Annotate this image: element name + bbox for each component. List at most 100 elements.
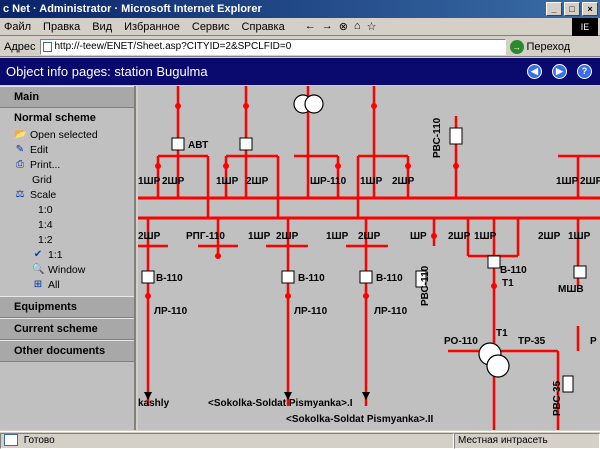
menu-tools[interactable]: Сервис <box>192 21 230 33</box>
label-shr110: ШР-110 <box>310 176 347 187</box>
label-rvs110-mid: РВС-110 <box>420 265 431 306</box>
scale-option-label: All <box>48 278 60 291</box>
browser-logo-icon: IE <box>572 18 598 36</box>
minimize-button[interactable]: _ <box>546 2 562 16</box>
sidebar-item-open-selected[interactable]: 📂 Open selected <box>14 127 134 142</box>
scale-option-1-0[interactable]: 1:0 <box>14 202 134 217</box>
zoom-window-icon: 🔍 <box>32 264 45 275</box>
menu-favorites[interactable]: Избранное <box>124 21 180 33</box>
label-shr1-g: 1ШР <box>326 231 349 242</box>
home-icon[interactable]: ⌂ <box>354 20 361 33</box>
label-shr1-a: 1ШР <box>138 176 161 187</box>
address-label: Адрес <box>4 40 36 53</box>
label-tr35: ТР-35 <box>518 336 546 347</box>
go-button[interactable]: → Переход <box>509 39 571 54</box>
edit-icon: ✎ <box>15 144 25 155</box>
label-shr1-f: 1ШР <box>248 231 271 242</box>
sidebar-main-body: Normal scheme 📂 Open selected ✎ Edit ⎙ P… <box>0 108 134 296</box>
label-lr110-b: ЛР-110 <box>294 306 328 317</box>
status-right: Местная интрасеть <box>454 432 600 449</box>
label-lr110-a: ЛР-110 <box>154 306 188 317</box>
scale-option-label: 1:4 <box>38 218 53 231</box>
label-ro110: РО-110 <box>444 336 478 347</box>
menu-edit[interactable]: Правка <box>43 21 80 33</box>
scheme-label: Normal scheme <box>14 112 96 124</box>
label-v110-a: В-110 <box>156 273 183 284</box>
label-shr2-e: 2ШР <box>138 231 161 242</box>
label-shr1-d: 1ШР <box>556 176 579 187</box>
label-shr2-f: 2ШР <box>276 231 299 242</box>
checkmark-icon: ✔ <box>33 249 43 260</box>
label-shr2-i: 2ШР <box>538 231 561 242</box>
label-v110-c: В-110 <box>376 273 403 284</box>
label-kashly: kashly <box>138 398 170 409</box>
menu-file[interactable]: Файл <box>4 21 31 33</box>
label-rvs35: РВС-35 <box>552 380 563 416</box>
label-shr2-g: 2ШР <box>358 231 381 242</box>
zone-text: Местная интрасеть <box>458 434 548 446</box>
help-icon[interactable]: ? <box>577 64 592 79</box>
sidebar-item-label: Print... <box>30 158 61 171</box>
label-shr1-h: 1ШР <box>474 231 497 242</box>
scale-option-label: 1:2 <box>38 233 53 246</box>
label-shr1-b: 1ШР <box>216 176 239 187</box>
label-v110-b: В-110 <box>298 273 325 284</box>
scale-option-1-4[interactable]: 1:4 <box>14 217 134 232</box>
go-label: Переход <box>526 40 571 53</box>
menu-view[interactable]: Вид <box>92 21 112 33</box>
status-bar: Готово Местная интрасеть <box>0 431 600 449</box>
close-button[interactable]: × <box>582 2 598 16</box>
label-v110-d: В-110 <box>500 265 527 276</box>
sidebar-item-label: Grid <box>32 173 52 186</box>
forward-icon[interactable]: → <box>322 20 333 33</box>
sidebar-item-edit[interactable]: ✎ Edit <box>14 142 134 157</box>
label-msv: МШВ <box>558 284 584 295</box>
scale-option-window[interactable]: 🔍 Window <box>14 262 134 277</box>
scheme-canvas[interactable]: АВТ РВС-110 1ШР 2ШР 1ШР 2ШР ШР-110 1ШР 2… <box>138 86 600 430</box>
label-abt: АВТ <box>188 140 208 151</box>
scale-icon: ⚖ <box>15 189 25 200</box>
sidebar-item-print[interactable]: ⎙ Print... <box>14 157 134 172</box>
scheme-diagram[interactable]: АВТ РВС-110 1ШР 2ШР 1ШР 2ШР ШР-110 1ШР 2… <box>138 86 600 430</box>
address-bar: Адрес http://-teew/ENET/Sheet.asp?CITYID… <box>0 37 600 57</box>
label-shr2-c: 2ШР <box>392 176 415 187</box>
address-input[interactable]: http://-teew/ENET/Sheet.asp?CITYID=2&SPC… <box>39 38 506 55</box>
label-line-1: <Sokolka-Soldat Pismyanka>.I <box>208 398 353 409</box>
window-controls: _ □ × <box>546 2 598 16</box>
maximize-button[interactable]: □ <box>564 2 580 16</box>
label-shr2-b: 2ШР <box>246 176 269 187</box>
folder-icon: 📂 <box>14 129 27 140</box>
sidebar-section-current-scheme[interactable]: Current scheme <box>0 318 134 340</box>
status-left: Готово <box>0 432 454 449</box>
label-t1-b: Т1 <box>496 328 508 339</box>
sidebar-item-label: Edit <box>30 143 49 156</box>
back-icon[interactable]: ◀ <box>527 64 542 79</box>
label-rpg110: РПГ-110 <box>186 231 225 242</box>
favorites-icon[interactable]: ☆ <box>367 20 377 33</box>
label-lr110-c: ЛР-110 <box>374 306 408 317</box>
scale-option-1-1[interactable]: ✔ 1:1 <box>14 247 134 262</box>
header-icons: ◀ ▶ ? <box>527 64 592 79</box>
scale-option-label: 1:0 <box>38 203 53 216</box>
label-rvs110-top: РВС-110 <box>432 117 443 158</box>
window-title: c Net · Administrator · Microsoft Intern… <box>3 3 262 15</box>
menu-help[interactable]: Справка <box>242 21 285 33</box>
forward-icon[interactable]: ▶ <box>552 64 567 79</box>
label-shr2-d: 2ШР <box>580 176 600 187</box>
label-shr1-c: 1ШР <box>360 176 383 187</box>
sidebar-section-equipments[interactable]: Equipments <box>0 296 134 318</box>
scale-option-all[interactable]: ⊞ All <box>14 277 134 292</box>
scale-option-label: 1:1 <box>48 248 63 261</box>
label-p: Р <box>590 336 597 347</box>
sidebar-item-scale[interactable]: ⚖ Scale <box>14 187 134 202</box>
sidebar-section-main[interactable]: Main <box>0 86 134 108</box>
back-icon[interactable]: ← <box>305 20 316 33</box>
sidebar-item-grid[interactable]: Grid <box>14 172 134 187</box>
sidebar-section-other-documents[interactable]: Other documents <box>0 340 134 362</box>
scale-option-label: Window <box>48 263 86 276</box>
stop-icon[interactable]: ⊗ <box>339 20 348 33</box>
window-title-bar: c Net · Administrator · Microsoft Intern… <box>0 0 600 18</box>
print-icon: ⎙ <box>16 159 24 170</box>
scale-option-1-2[interactable]: 1:2 <box>14 232 134 247</box>
menu-bar: Файл Правка Вид Избранное Сервис Справка… <box>0 18 600 36</box>
